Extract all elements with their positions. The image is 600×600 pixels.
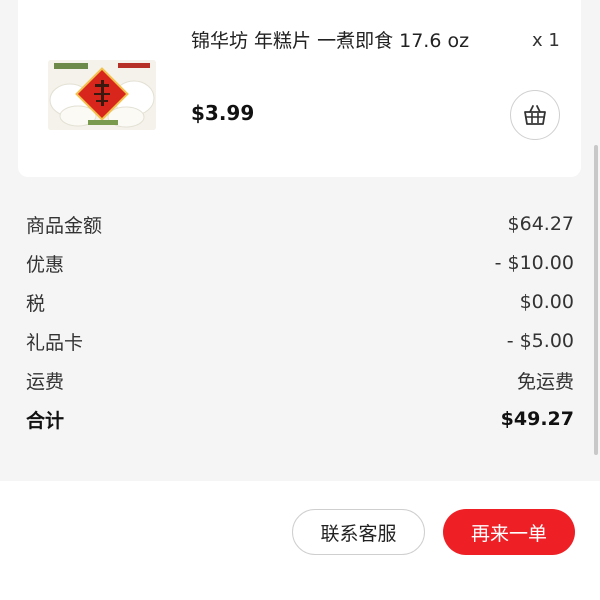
rice-cake-package-image [48, 60, 156, 130]
summary-label: 优惠 [26, 253, 65, 276]
summary-row-total: 合计 $49.27 [26, 404, 574, 434]
summary-label: 礼品卡 [26, 331, 84, 354]
summary-row-subtotal: 商品金额 $64.27 [26, 209, 574, 239]
summary-row-tax: 税 $0.00 [26, 287, 574, 317]
total-value: $49.27 [500, 408, 574, 430]
summary-row-shipping: 运费 免运费 [26, 365, 574, 395]
bottom-action-bar: 联系客服 再来一单 [0, 481, 600, 600]
product-image[interactable] [48, 60, 156, 130]
total-label: 合计 [26, 409, 65, 432]
product-price: $3.99 [191, 101, 255, 125]
summary-value: - $5.00 [506, 330, 574, 352]
add-to-cart-button[interactable] [510, 90, 560, 140]
summary-value: 免运费 [516, 370, 574, 393]
summary-label: 税 [26, 292, 46, 315]
basket-icon [524, 105, 546, 125]
product-quantity: x 1 [532, 30, 560, 51]
summary-value: - $10.00 [494, 252, 574, 274]
summary-row-gift-card: 礼品卡 - $5.00 [26, 326, 574, 356]
summary-label: 商品金额 [26, 214, 103, 237]
summary-row-discount: 优惠 - $10.00 [26, 248, 574, 278]
summary-value: $0.00 [519, 291, 574, 313]
reorder-button[interactable]: 再来一单 [443, 509, 575, 555]
product-name[interactable]: 锦华坊 年糕片 一煮即食 17.6 oz [191, 27, 491, 55]
summary-label: 运费 [26, 370, 65, 393]
summary-value: $64.27 [507, 213, 574, 235]
scrollbar[interactable] [594, 145, 598, 455]
contact-support-button[interactable]: 联系客服 [292, 509, 425, 555]
